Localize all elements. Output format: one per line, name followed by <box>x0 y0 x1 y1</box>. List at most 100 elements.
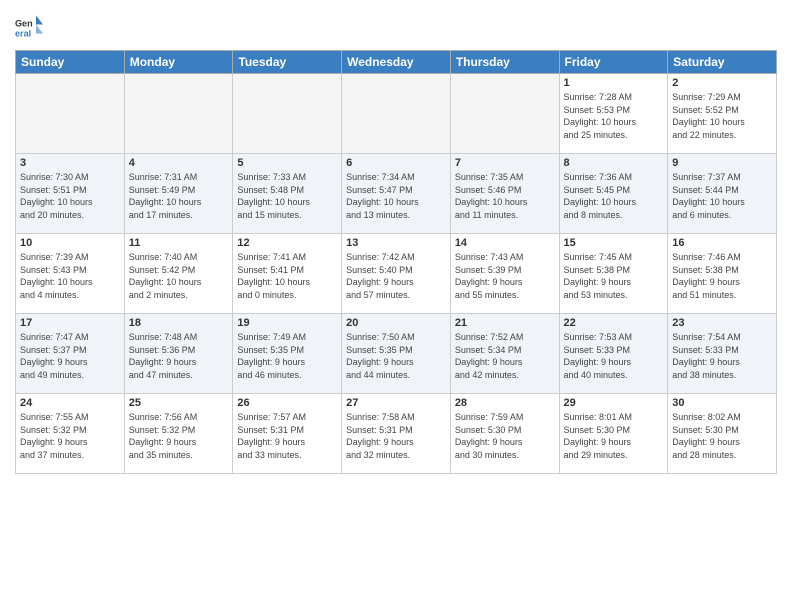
day-info: Sunrise: 7:34 AMSunset: 5:47 PMDaylight:… <box>346 171 446 221</box>
calendar-day-cell <box>124 74 233 154</box>
calendar-week-row: 17 Sunrise: 7:47 AMSunset: 5:37 PMDayligh… <box>16 314 777 394</box>
calendar-day-cell: 10 Sunrise: 7:39 AMSunset: 5:43 PMDayligh… <box>16 234 125 314</box>
day-number: 12 <box>237 237 337 249</box>
calendar-day-cell: 7 Sunrise: 7:35 AMSunset: 5:46 PMDaylight… <box>450 154 559 234</box>
day-number: 16 <box>672 237 772 249</box>
calendar-day-cell: 13 Sunrise: 7:42 AMSunset: 5:40 PMDayligh… <box>342 234 451 314</box>
calendar-day-cell <box>233 74 342 154</box>
calendar-day-cell: 27 Sunrise: 7:58 AMSunset: 5:31 PMDayligh… <box>342 394 451 474</box>
day-info: Sunrise: 7:48 AMSunset: 5:36 PMDaylight:… <box>129 331 229 381</box>
day-info: Sunrise: 7:41 AMSunset: 5:41 PMDaylight:… <box>237 251 337 301</box>
calendar-day-cell: 11 Sunrise: 7:40 AMSunset: 5:42 PMDayligh… <box>124 234 233 314</box>
day-info: Sunrise: 7:42 AMSunset: 5:40 PMDaylight:… <box>346 251 446 301</box>
calendar-day-cell: 29 Sunrise: 8:01 AMSunset: 5:30 PMDayligh… <box>559 394 668 474</box>
day-number: 5 <box>237 157 337 169</box>
day-info: Sunrise: 7:49 AMSunset: 5:35 PMDaylight:… <box>237 331 337 381</box>
calendar-day-cell: 14 Sunrise: 7:43 AMSunset: 5:39 PMDayligh… <box>450 234 559 314</box>
calendar-day-cell: 21 Sunrise: 7:52 AMSunset: 5:34 PMDayligh… <box>450 314 559 394</box>
day-info: Sunrise: 7:37 AMSunset: 5:44 PMDaylight:… <box>672 171 772 221</box>
day-number: 1 <box>564 77 664 89</box>
day-number: 8 <box>564 157 664 169</box>
day-info: Sunrise: 7:36 AMSunset: 5:45 PMDaylight:… <box>564 171 664 221</box>
day-number: 13 <box>346 237 446 249</box>
day-info: Sunrise: 7:40 AMSunset: 5:42 PMDaylight:… <box>129 251 229 301</box>
day-number: 23 <box>672 317 772 329</box>
day-info: Sunrise: 8:01 AMSunset: 5:30 PMDaylight:… <box>564 411 664 461</box>
page-container: Gen eral SundayMondayTuesdayWednesdayThu… <box>0 0 792 612</box>
day-number: 24 <box>20 397 120 409</box>
day-info: Sunrise: 7:33 AMSunset: 5:48 PMDaylight:… <box>237 171 337 221</box>
calendar-week-row: 1 Sunrise: 7:28 AMSunset: 5:53 PMDaylight… <box>16 74 777 154</box>
day-info: Sunrise: 7:31 AMSunset: 5:49 PMDaylight:… <box>129 171 229 221</box>
day-info: Sunrise: 7:50 AMSunset: 5:35 PMDaylight:… <box>346 331 446 381</box>
day-number: 19 <box>237 317 337 329</box>
calendar-day-cell: 17 Sunrise: 7:47 AMSunset: 5:37 PMDayligh… <box>16 314 125 394</box>
calendar-day-cell: 26 Sunrise: 7:57 AMSunset: 5:31 PMDayligh… <box>233 394 342 474</box>
day-number: 10 <box>20 237 120 249</box>
day-number: 14 <box>455 237 555 249</box>
calendar-day-cell: 24 Sunrise: 7:55 AMSunset: 5:32 PMDayligh… <box>16 394 125 474</box>
calendar-table: SundayMondayTuesdayWednesdayThursdayFrid… <box>15 50 777 474</box>
day-number: 22 <box>564 317 664 329</box>
svg-text:eral: eral <box>15 28 31 38</box>
weekday-header-wednesday: Wednesday <box>342 51 451 74</box>
calendar-day-cell <box>450 74 559 154</box>
calendar-day-cell: 9 Sunrise: 7:37 AMSunset: 5:44 PMDaylight… <box>668 154 777 234</box>
calendar-header-row: SundayMondayTuesdayWednesdayThursdayFrid… <box>16 51 777 74</box>
calendar-day-cell: 22 Sunrise: 7:53 AMSunset: 5:33 PMDayligh… <box>559 314 668 394</box>
logo-icon: Gen eral <box>15 14 43 42</box>
day-info: Sunrise: 7:39 AMSunset: 5:43 PMDaylight:… <box>20 251 120 301</box>
day-info: Sunrise: 7:28 AMSunset: 5:53 PMDaylight:… <box>564 91 664 141</box>
day-number: 11 <box>129 237 229 249</box>
calendar-day-cell: 30Sunrise: 8:02 AMSunset: 5:30 PMDayligh… <box>668 394 777 474</box>
day-info: Sunrise: 7:57 AMSunset: 5:31 PMDaylight:… <box>237 411 337 461</box>
calendar-day-cell <box>16 74 125 154</box>
calendar-day-cell: 1 Sunrise: 7:28 AMSunset: 5:53 PMDaylight… <box>559 74 668 154</box>
day-info: Sunrise: 7:46 AMSunset: 5:38 PMDaylight:… <box>672 251 772 301</box>
calendar-day-cell: 28 Sunrise: 7:59 AMSunset: 5:30 PMDayligh… <box>450 394 559 474</box>
day-number: 29 <box>564 397 664 409</box>
day-info: Sunrise: 7:47 AMSunset: 5:37 PMDaylight:… <box>20 331 120 381</box>
weekday-header-tuesday: Tuesday <box>233 51 342 74</box>
weekday-header-sunday: Sunday <box>16 51 125 74</box>
day-number: 27 <box>346 397 446 409</box>
calendar-day-cell: 25 Sunrise: 7:56 AMSunset: 5:32 PMDayligh… <box>124 394 233 474</box>
day-number: 9 <box>672 157 772 169</box>
day-info: Sunrise: 8:02 AMSunset: 5:30 PMDaylight:… <box>672 411 772 461</box>
day-number: 3 <box>20 157 120 169</box>
day-info: Sunrise: 7:35 AMSunset: 5:46 PMDaylight:… <box>455 171 555 221</box>
day-number: 2 <box>672 77 772 89</box>
day-info: Sunrise: 7:58 AMSunset: 5:31 PMDaylight:… <box>346 411 446 461</box>
logo: Gen eral <box>15 14 45 42</box>
day-number: 6 <box>346 157 446 169</box>
calendar-day-cell: 18 Sunrise: 7:48 AMSunset: 5:36 PMDayligh… <box>124 314 233 394</box>
calendar-day-cell: 16 Sunrise: 7:46 AMSunset: 5:38 PMDayligh… <box>668 234 777 314</box>
day-info: Sunrise: 7:43 AMSunset: 5:39 PMDaylight:… <box>455 251 555 301</box>
calendar-day-cell: 8 Sunrise: 7:36 AMSunset: 5:45 PMDaylight… <box>559 154 668 234</box>
day-info: Sunrise: 7:56 AMSunset: 5:32 PMDaylight:… <box>129 411 229 461</box>
header: Gen eral <box>15 10 777 42</box>
day-number: 17 <box>20 317 120 329</box>
day-number: 28 <box>455 397 555 409</box>
day-info: Sunrise: 7:55 AMSunset: 5:32 PMDaylight:… <box>20 411 120 461</box>
day-info: Sunrise: 7:59 AMSunset: 5:30 PMDaylight:… <box>455 411 555 461</box>
day-info: Sunrise: 7:54 AMSunset: 5:33 PMDaylight:… <box>672 331 772 381</box>
day-info: Sunrise: 7:52 AMSunset: 5:34 PMDaylight:… <box>455 331 555 381</box>
day-info: Sunrise: 7:53 AMSunset: 5:33 PMDaylight:… <box>564 331 664 381</box>
day-number: 25 <box>129 397 229 409</box>
calendar-day-cell: 3 Sunrise: 7:30 AMSunset: 5:51 PMDaylight… <box>16 154 125 234</box>
weekday-header-thursday: Thursday <box>450 51 559 74</box>
day-number: 18 <box>129 317 229 329</box>
day-number: 26 <box>237 397 337 409</box>
day-number: 7 <box>455 157 555 169</box>
day-number: 4 <box>129 157 229 169</box>
calendar-day-cell: 6 Sunrise: 7:34 AMSunset: 5:47 PMDaylight… <box>342 154 451 234</box>
calendar-day-cell: 19 Sunrise: 7:49 AMSunset: 5:35 PMDayligh… <box>233 314 342 394</box>
day-info: Sunrise: 7:30 AMSunset: 5:51 PMDaylight:… <box>20 171 120 221</box>
day-number: 15 <box>564 237 664 249</box>
weekday-header-monday: Monday <box>124 51 233 74</box>
day-info: Sunrise: 7:29 AMSunset: 5:52 PMDaylight:… <box>672 91 772 141</box>
calendar-day-cell: 5 Sunrise: 7:33 AMSunset: 5:48 PMDaylight… <box>233 154 342 234</box>
day-number: 21 <box>455 317 555 329</box>
calendar-week-row: 24 Sunrise: 7:55 AMSunset: 5:32 PMDayligh… <box>16 394 777 474</box>
